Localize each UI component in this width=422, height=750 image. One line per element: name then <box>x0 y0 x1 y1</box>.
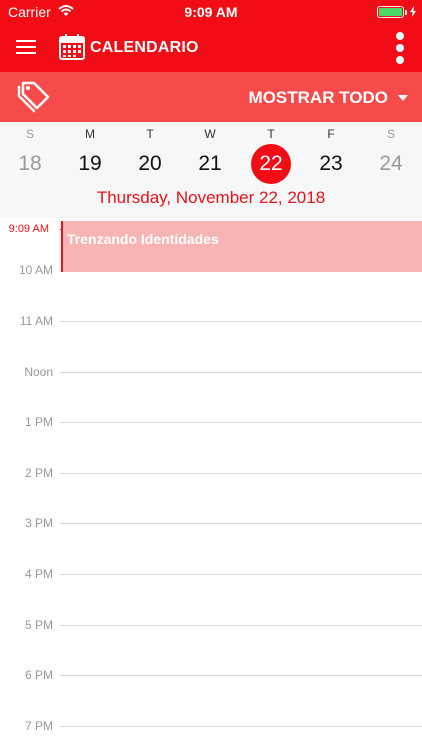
calendar-icon <box>58 33 86 66</box>
hour-line <box>60 625 422 626</box>
day-of-week: W <box>204 127 216 141</box>
hour-row: 2 PM <box>0 466 422 480</box>
hour-line <box>60 523 422 524</box>
filter-dropdown[interactable]: MOSTRAR TODO <box>249 88 388 108</box>
day-timeline[interactable]: 9:09 AM 10 AM 11 AM Noon 1 PM 2 PM 3 PM … <box>0 218 422 750</box>
hour-label: 11 AM <box>19 314 53 328</box>
hour-row: Noon <box>0 365 422 379</box>
day-cell-selected[interactable]: T 22 <box>241 122 301 192</box>
menu-icon[interactable] <box>16 38 38 56</box>
hour-label: 2 PM <box>24 466 53 480</box>
hour-label: 7 PM <box>24 719 53 733</box>
hour-label: 1 PM <box>24 415 53 429</box>
tag-icon[interactable] <box>17 81 53 118</box>
hour-row: 6 PM <box>0 668 422 682</box>
day-of-week: T <box>146 127 154 141</box>
day-cell[interactable]: S 24 <box>361 122 421 192</box>
hour-label: 4 PM <box>24 567 53 581</box>
hour-row: 11 AM <box>0 314 422 328</box>
hour-line <box>60 574 422 575</box>
hour-label: 10 AM <box>18 263 53 277</box>
day-of-week: S <box>25 127 34 141</box>
status-bar: Carrier 9:09 AM <box>0 0 422 24</box>
hour-line <box>60 726 422 727</box>
hour-row: 4 PM <box>0 567 422 581</box>
day-cell[interactable]: F 23 <box>301 122 361 192</box>
day-number: 18 <box>18 152 42 175</box>
day-number-selected: 22 <box>251 144 291 184</box>
day-of-week: S <box>386 127 395 141</box>
day-number: 21 <box>198 152 222 175</box>
day-number: 23 <box>319 152 343 175</box>
hour-line <box>60 473 422 474</box>
hour-label: 3 PM <box>24 516 53 530</box>
battery-icon <box>377 6 407 18</box>
hour-label: Noon <box>24 365 53 379</box>
week-strip: S 18 M 19 T 20 W 21 T 22 F 23 S 24 Thurs… <box>0 122 422 218</box>
day-cell[interactable]: T 20 <box>120 122 180 192</box>
day-of-week: T <box>267 127 275 141</box>
day-of-week: M <box>85 127 95 141</box>
app-title: CALENDARIO <box>90 39 199 56</box>
filter-bar: MOSTRAR TODO <box>0 72 422 122</box>
hour-row: 5 PM <box>0 618 422 632</box>
day-of-week: F <box>327 127 335 141</box>
day-number: 20 <box>138 152 162 175</box>
more-vertical-icon[interactable] <box>392 32 408 64</box>
current-time-label: 9:09 AM <box>8 223 49 235</box>
event-title: Trenzando Identidades <box>67 231 219 247</box>
caret-down-icon[interactable] <box>398 95 408 101</box>
hour-line <box>60 372 422 373</box>
hour-line <box>60 321 422 322</box>
hour-row: 7 PM <box>0 719 422 733</box>
hour-label: 6 PM <box>24 668 53 682</box>
event-block[interactable]: Trenzando Identidades <box>61 221 422 272</box>
day-cell[interactable]: S 18 <box>0 122 60 192</box>
status-time: 9:09 AM <box>184 4 238 20</box>
day-cell[interactable]: M 19 <box>60 122 120 192</box>
hour-line <box>60 675 422 676</box>
hour-label: 5 PM <box>24 618 53 632</box>
selected-date-title: Thursday, November 22, 2018 <box>96 188 326 207</box>
nav-bar: CALENDARIO <box>0 24 422 72</box>
day-cell[interactable]: W 21 <box>180 122 240 192</box>
hour-row: 1 PM <box>0 415 422 429</box>
hour-line <box>60 422 422 423</box>
charging-bolt-icon <box>410 4 416 22</box>
day-number: 19 <box>78 152 102 175</box>
hour-row: 3 PM <box>0 516 422 530</box>
day-number: 24 <box>379 152 403 175</box>
